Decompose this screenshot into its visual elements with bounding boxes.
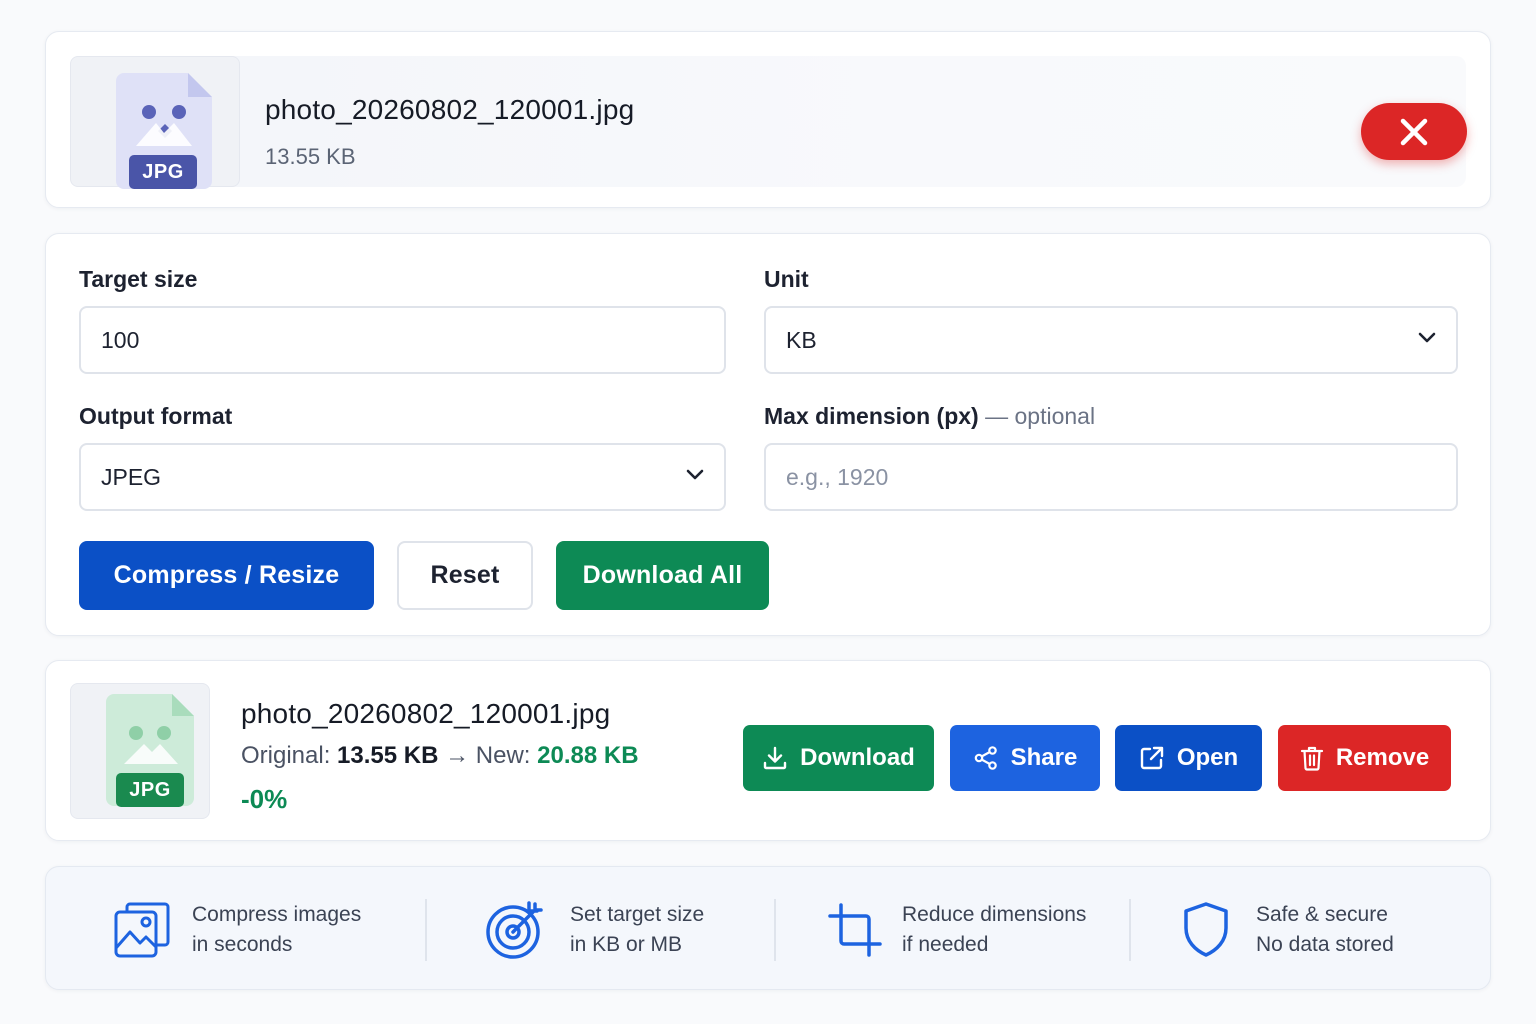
result-file-name: photo_20260802_120001.jpg bbox=[241, 698, 611, 729]
feature-line: Safe & secure bbox=[1256, 903, 1388, 926]
open-label: Open bbox=[1176, 744, 1239, 771]
shield-icon bbox=[1184, 902, 1228, 957]
features-strip: Compress images in seconds Set target si… bbox=[45, 866, 1491, 990]
feature-target: Set target size in KB or MB bbox=[427, 867, 774, 991]
target-icon bbox=[486, 901, 543, 959]
max-dimension-hint: — optional bbox=[985, 403, 1096, 429]
compression-settings-card: Target size Unit KB Output format JPEG M… bbox=[45, 233, 1491, 636]
share-button[interactable]: Share bbox=[950, 725, 1100, 791]
feature-text: Safe & secure No data stored bbox=[1256, 900, 1394, 960]
feature-text: Reduce dimensions if needed bbox=[902, 900, 1086, 960]
remove-label: Remove bbox=[1335, 744, 1430, 771]
remove-button[interactable]: Remove bbox=[1278, 725, 1451, 791]
chevron-down-icon bbox=[1418, 332, 1436, 343]
max-dimension-label: Max dimension (px) — optional bbox=[764, 403, 1095, 430]
download-label: Download bbox=[800, 744, 915, 771]
compress-resize-button[interactable]: Compress / Resize bbox=[79, 541, 374, 610]
close-icon bbox=[1400, 118, 1428, 145]
external-link-icon bbox=[1140, 746, 1164, 770]
uploaded-file-card: JPG photo_20260802_120001.jpg 13.55 KB bbox=[45, 31, 1491, 208]
download-icon bbox=[763, 746, 787, 770]
feature-line: Set target size bbox=[570, 903, 705, 926]
arrow-text: → bbox=[445, 742, 470, 769]
feature-line: Compress images bbox=[192, 903, 362, 926]
reset-button[interactable]: Reset bbox=[397, 541, 533, 610]
unit-select-value: KB bbox=[786, 326, 817, 353]
max-dimension-input[interactable] bbox=[764, 443, 1458, 511]
new-size: 20.88 KB bbox=[537, 742, 639, 769]
chevron-down-icon bbox=[686, 469, 704, 480]
jpg-badge: JPG bbox=[116, 773, 184, 807]
target-size-input[interactable] bbox=[79, 306, 726, 374]
image-icon bbox=[114, 902, 170, 958]
uploaded-file-row: JPG photo_20260802_120001.jpg 13.55 KB bbox=[70, 56, 1467, 189]
original-size: 13.55 KB bbox=[337, 742, 439, 769]
original-label: Original: bbox=[241, 742, 331, 769]
jpg-badge: JPG bbox=[129, 155, 197, 189]
trash-icon bbox=[1300, 746, 1323, 771]
result-thumbnail: JPG bbox=[70, 683, 210, 819]
uploaded-file-name: photo_20260802_120001.jpg bbox=[265, 94, 635, 125]
feature-line: in seconds bbox=[192, 933, 293, 956]
saving-percent: -0% bbox=[241, 784, 288, 814]
output-format-select[interactable]: JPEG bbox=[79, 443, 726, 511]
size-comparison: Original: 13.55 KB → New: 20.88 KB bbox=[241, 742, 639, 770]
feature-compress: Compress images in seconds bbox=[46, 867, 426, 991]
share-icon bbox=[974, 746, 997, 770]
result-card: JPG photo_20260802_120001.jpg Original: … bbox=[45, 660, 1491, 841]
share-label: Share bbox=[1010, 744, 1078, 771]
max-dimension-label-text: Max dimension (px) bbox=[764, 403, 979, 429]
crop-icon bbox=[828, 903, 882, 957]
new-label: New: bbox=[475, 742, 531, 769]
feature-line: Reduce dimensions bbox=[902, 903, 1087, 926]
output-format-label: Output format bbox=[79, 403, 233, 429]
feature-line: if needed bbox=[902, 933, 989, 956]
remove-file-button[interactable] bbox=[1361, 103, 1467, 160]
feature-text: Compress images in seconds bbox=[192, 900, 361, 960]
feature-line: No data stored bbox=[1256, 933, 1394, 956]
download-all-button[interactable]: Download All bbox=[556, 541, 769, 610]
feature-secure: Safe & secure No data stored bbox=[1131, 867, 1492, 991]
feature-line: in KB or MB bbox=[570, 933, 683, 956]
feature-text: Set target size in KB or MB bbox=[570, 900, 704, 960]
unit-select[interactable]: KB bbox=[764, 306, 1458, 374]
download-button[interactable]: Download bbox=[743, 725, 934, 791]
output-format-value: JPEG bbox=[101, 463, 162, 490]
file-thumbnail: JPG bbox=[70, 56, 240, 189]
open-button[interactable]: Open bbox=[1115, 725, 1262, 791]
uploaded-file-size: 13.55 KB bbox=[265, 144, 356, 169]
unit-label: Unit bbox=[764, 266, 809, 292]
target-size-label: Target size bbox=[79, 266, 198, 292]
feature-reduce: Reduce dimensions if needed bbox=[776, 867, 1129, 991]
